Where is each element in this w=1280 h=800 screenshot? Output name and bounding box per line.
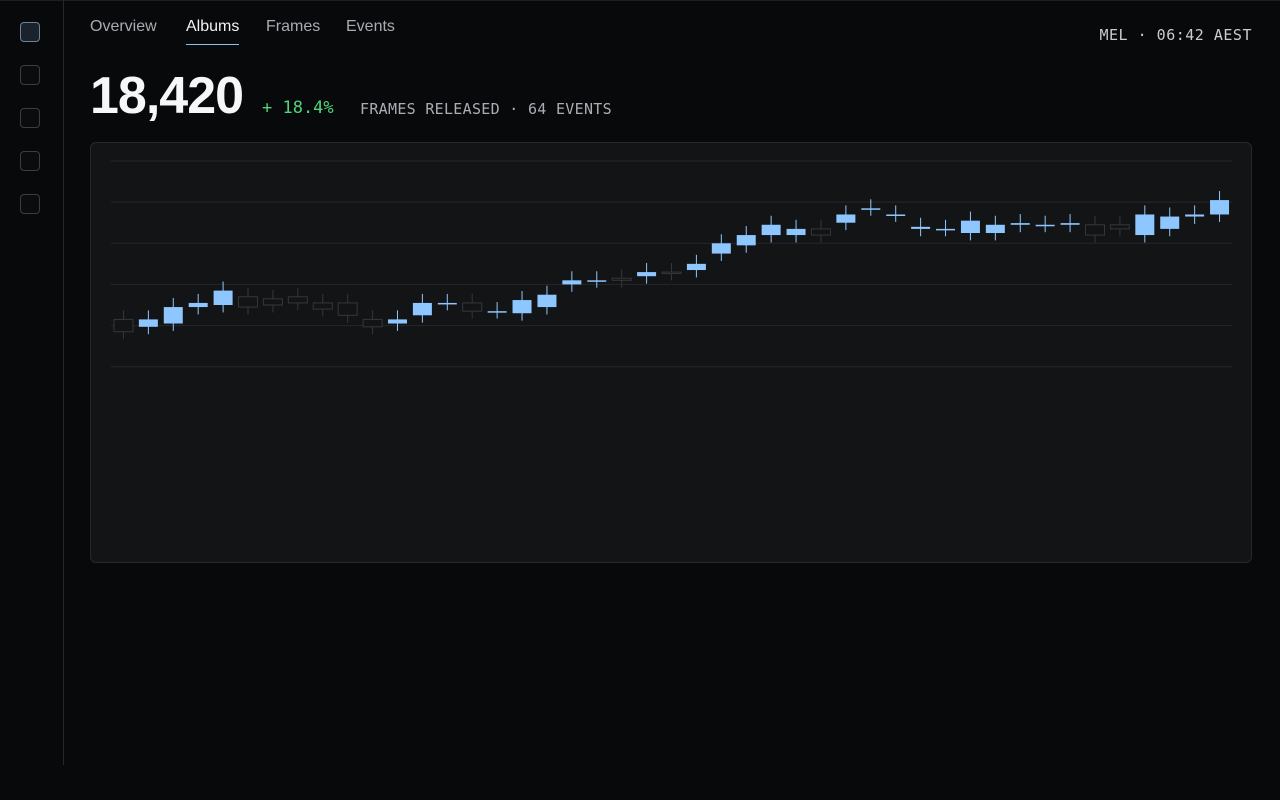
candle-up[interactable] xyxy=(1160,216,1180,229)
candle-down[interactable] xyxy=(1109,224,1130,230)
chart-panel xyxy=(90,142,1252,563)
candle-down[interactable] xyxy=(262,298,283,306)
tab-albums[interactable]: Albums xyxy=(186,18,240,45)
rail-item-albums[interactable] xyxy=(20,65,40,85)
candle-up[interactable] xyxy=(1035,224,1055,227)
rail-item-settings[interactable] xyxy=(20,194,40,214)
candle-up[interactable] xyxy=(537,294,557,308)
candle-up[interactable] xyxy=(562,280,582,285)
candle-up[interactable] xyxy=(1210,200,1230,215)
candle-up[interactable] xyxy=(886,214,906,216)
candle-down[interactable] xyxy=(287,296,308,304)
rail-item-overview[interactable] xyxy=(20,22,40,42)
tab-frames[interactable]: Frames xyxy=(266,18,320,44)
candle-up[interactable] xyxy=(138,319,158,327)
candle-up[interactable] xyxy=(761,224,781,236)
candle-down[interactable] xyxy=(462,302,483,312)
candle-up[interactable] xyxy=(736,235,756,246)
candle-up[interactable] xyxy=(587,280,607,282)
candle-up[interactable] xyxy=(412,302,432,316)
tab-overview[interactable]: Overview xyxy=(90,18,157,44)
candle-up[interactable] xyxy=(188,302,208,308)
candle-up[interactable] xyxy=(213,290,233,305)
candle-up[interactable] xyxy=(861,208,881,210)
candle-down[interactable] xyxy=(337,302,358,316)
candle-down[interactable] xyxy=(113,318,134,333)
candlestick-chart xyxy=(111,160,1232,368)
candle-up[interactable] xyxy=(512,300,532,314)
rail-item-frames[interactable] xyxy=(20,108,40,128)
frames-total: 18,420 xyxy=(90,67,244,125)
candle-up[interactable] xyxy=(1185,214,1205,217)
candle-up[interactable] xyxy=(637,272,657,277)
tab-events[interactable]: Events xyxy=(346,18,395,44)
candle-down[interactable] xyxy=(810,228,831,236)
location-clock: MEL · 06:42 AEST xyxy=(1099,26,1252,44)
growth-delta: + 18.4% xyxy=(262,98,334,118)
candle-up[interactable] xyxy=(960,220,980,233)
rail-item-events[interactable] xyxy=(20,151,40,171)
top-border xyxy=(0,0,1280,1)
candle-up[interactable] xyxy=(911,226,931,229)
candle-up[interactable] xyxy=(487,311,507,313)
candle-up[interactable] xyxy=(686,263,706,271)
candle-up[interactable] xyxy=(1060,223,1080,225)
candle-up[interactable] xyxy=(786,228,806,236)
candle-up[interactable] xyxy=(387,319,407,324)
candle-up[interactable] xyxy=(711,243,731,254)
candle-up[interactable] xyxy=(1135,214,1155,236)
candle-down[interactable] xyxy=(1084,224,1105,236)
candle-up[interactable] xyxy=(437,302,457,305)
candle-down[interactable] xyxy=(312,302,333,310)
candle-down[interactable] xyxy=(611,277,632,281)
candle-up[interactable] xyxy=(836,214,856,223)
candle-down[interactable] xyxy=(238,296,259,308)
candle-up[interactable] xyxy=(1010,223,1030,225)
candle-up[interactable] xyxy=(163,307,183,324)
summary-caption: FRAMES RELEASED · 64 EVENTS xyxy=(360,100,612,118)
candle-up[interactable] xyxy=(936,228,956,231)
candle-up[interactable] xyxy=(985,224,1005,233)
candle-down[interactable] xyxy=(661,271,682,275)
sidebar-rail xyxy=(0,0,64,765)
candle-down[interactable] xyxy=(362,318,383,328)
